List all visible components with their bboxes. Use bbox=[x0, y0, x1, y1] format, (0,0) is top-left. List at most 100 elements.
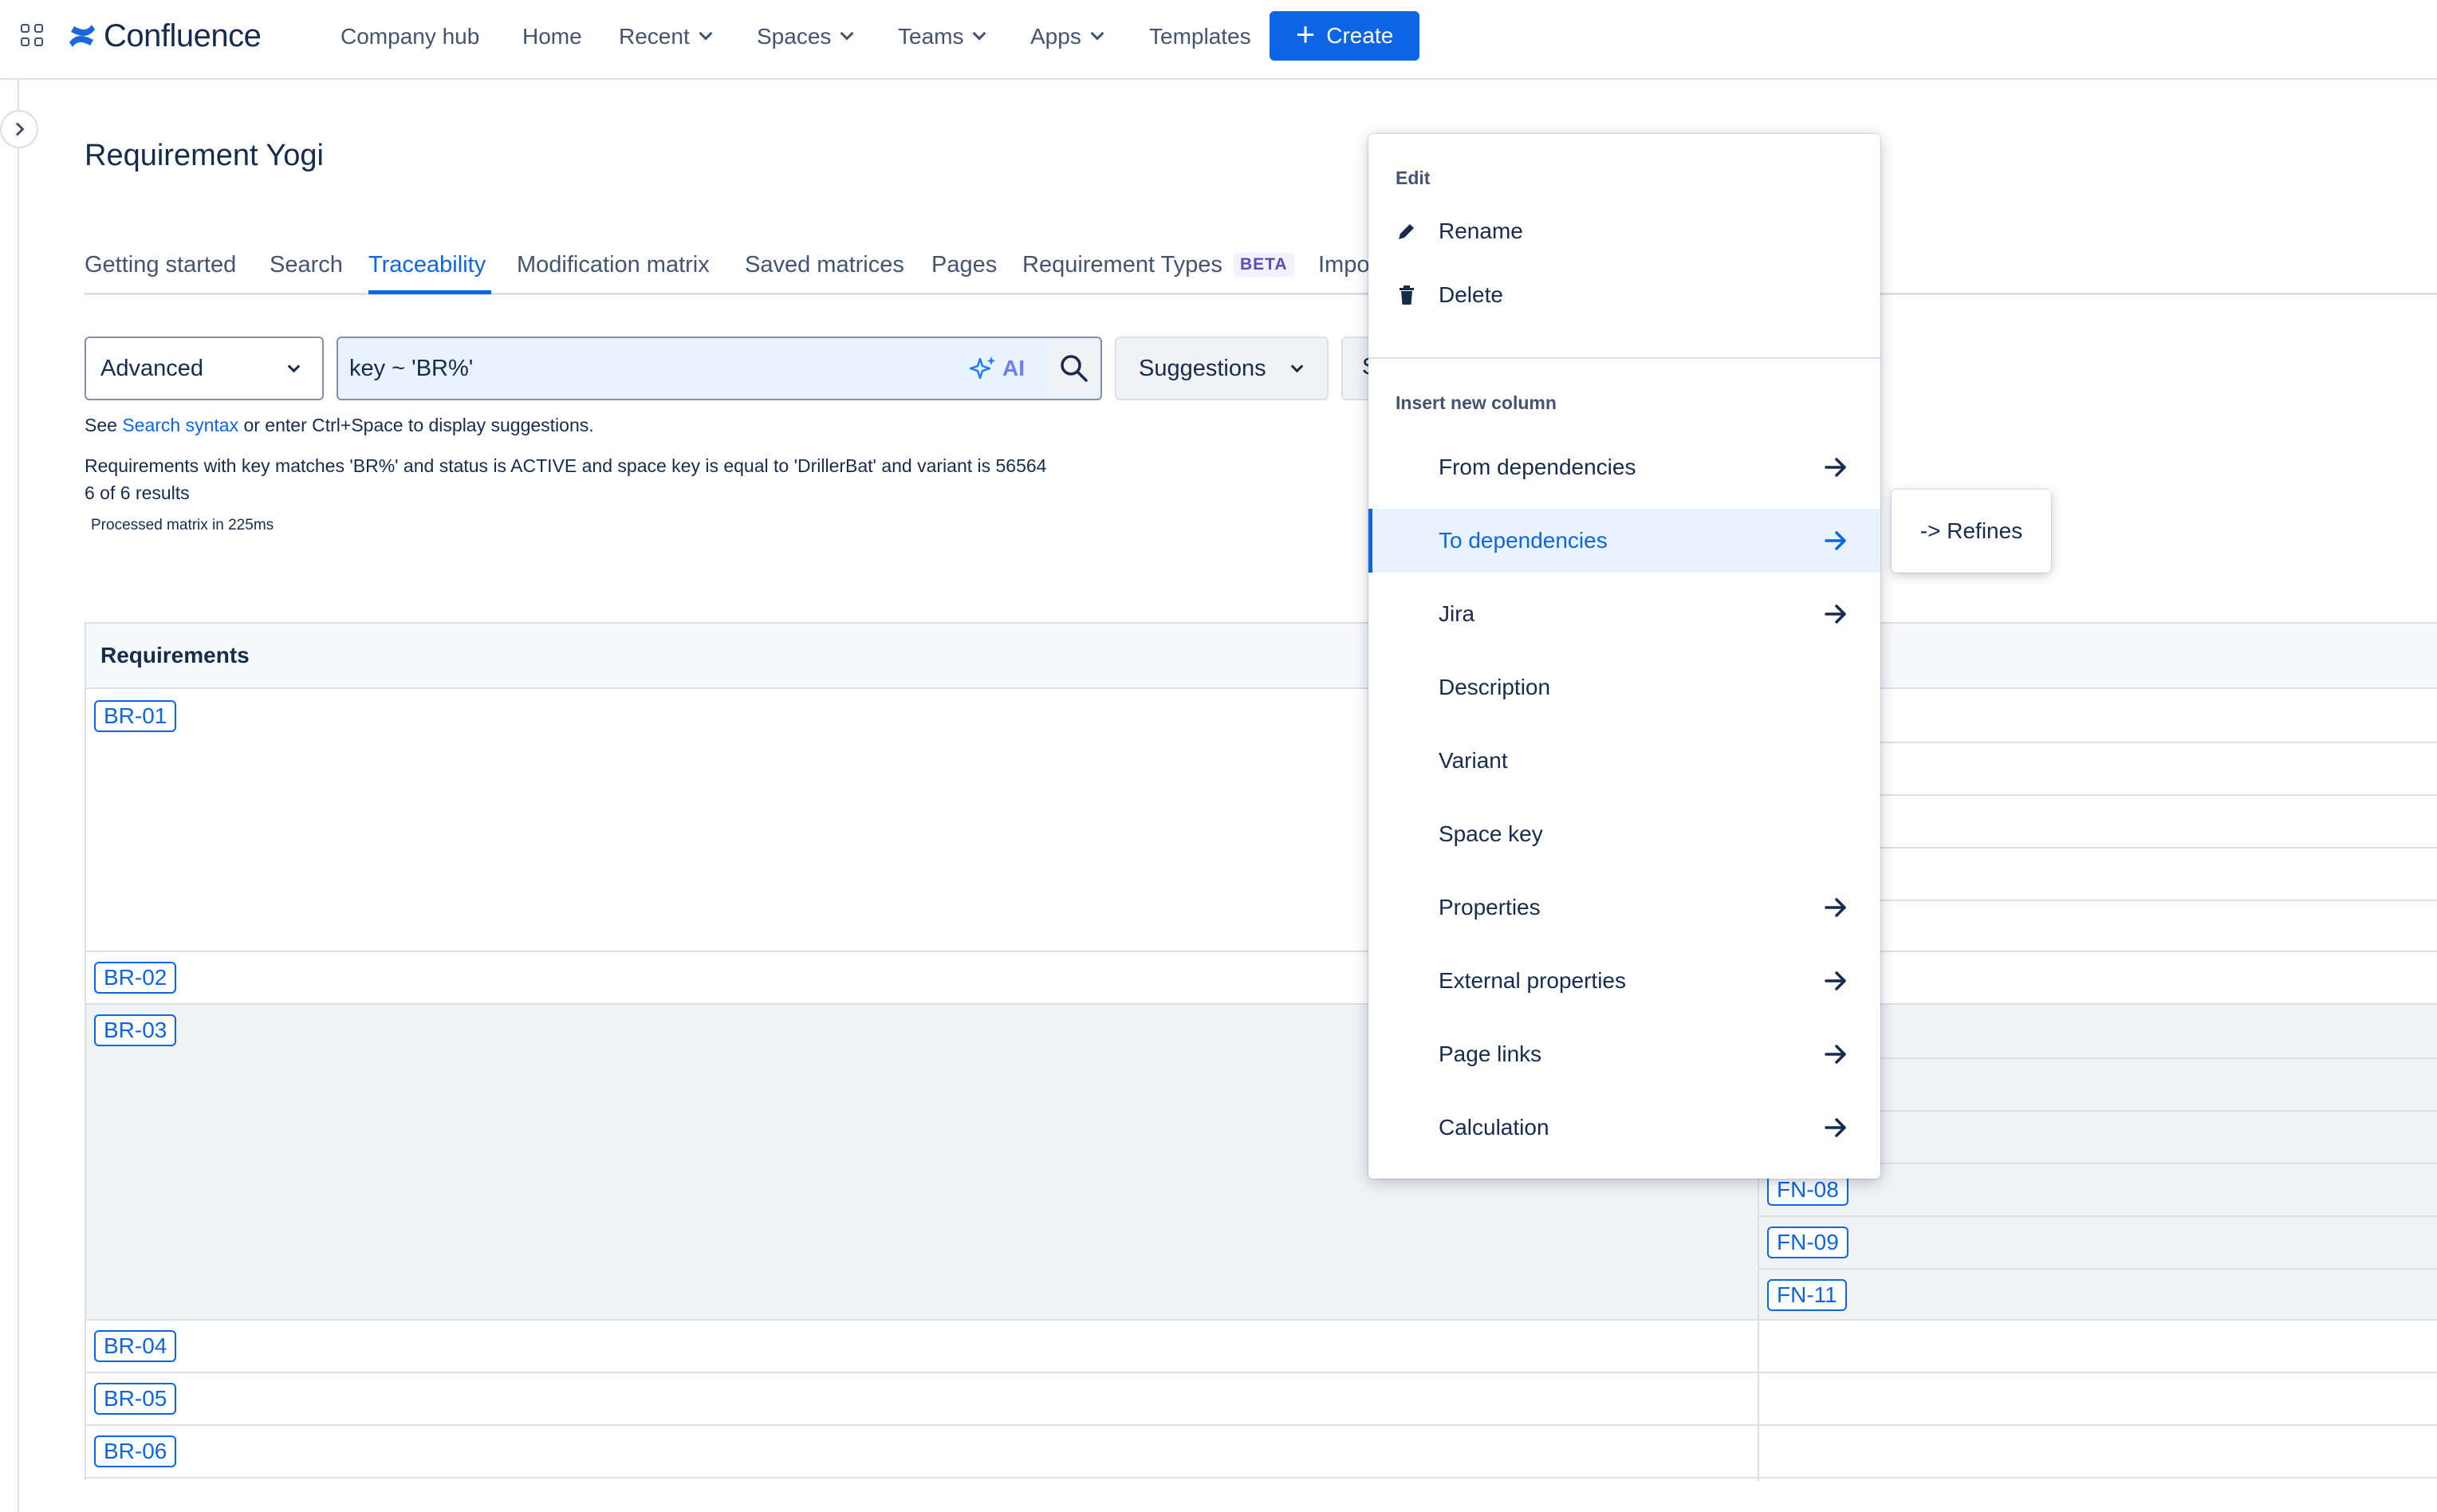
table-row: BR-01 bbox=[86, 691, 2437, 952]
nav-home[interactable]: Home bbox=[522, 21, 582, 53]
tab-search[interactable]: Search bbox=[270, 252, 343, 278]
menu-label: Rename bbox=[1439, 219, 1523, 243]
tab-modification-matrix[interactable]: Modification matrix bbox=[517, 252, 710, 278]
pencil-icon bbox=[1399, 224, 1414, 239]
requirement-chip[interactable]: BR-01 bbox=[94, 700, 177, 732]
result-count: 6 of 6 results bbox=[85, 482, 190, 503]
menu-label: Description bbox=[1439, 675, 1551, 699]
tab-import[interactable]: Impo bbox=[1318, 252, 1369, 278]
menu-item-jira[interactable]: Jira bbox=[1368, 582, 1880, 646]
chevron-down-icon bbox=[972, 26, 986, 41]
confluence-logo-icon bbox=[69, 25, 95, 47]
search-hint: See Search syntax or enter Ctrl+Space to… bbox=[85, 415, 594, 436]
arrow-right-icon bbox=[1825, 1118, 1846, 1137]
create-label: Create bbox=[1326, 23, 1394, 48]
left-sidebar-rail bbox=[0, 80, 19, 1512]
menu-item-space-key[interactable]: Space key bbox=[1368, 802, 1880, 866]
processing-time: Processed matrix in 225ms bbox=[91, 517, 274, 534]
nav-label: Spaces bbox=[757, 24, 832, 49]
requirement-chip[interactable]: BR-05 bbox=[94, 1383, 177, 1415]
menu-label: Space key bbox=[1439, 821, 1543, 846]
requirement-chip[interactable]: BR-04 bbox=[94, 1330, 177, 1362]
menu-divider bbox=[1368, 357, 1880, 359]
page-title: Requirement Yogi bbox=[85, 139, 324, 172]
arrow-right-icon bbox=[1825, 1045, 1846, 1064]
sparkle-icon bbox=[969, 356, 995, 380]
table-row: BR-04 bbox=[86, 1321, 2437, 1373]
search-icon bbox=[1061, 355, 1088, 382]
nav-templates[interactable]: Templates bbox=[1149, 21, 1251, 53]
menu-item-properties[interactable]: Properties bbox=[1368, 876, 1880, 939]
chevron-down-icon bbox=[287, 360, 301, 373]
requirement-chip[interactable]: BR-02 bbox=[94, 962, 177, 994]
menu-label: Variant bbox=[1439, 748, 1508, 773]
query-text: key ~ 'BR%' bbox=[349, 356, 474, 381]
tab-saved-matrices[interactable]: Saved matrices bbox=[745, 252, 904, 278]
nav-label: Company hub bbox=[341, 24, 480, 49]
suggestions-button[interactable]: Suggestions bbox=[1115, 337, 1329, 400]
menu-item-external-properties[interactable]: External properties bbox=[1368, 949, 1880, 1013]
menu-item-page-links[interactable]: Page links bbox=[1368, 1022, 1880, 1086]
menu-item-to-dependencies[interactable]: To dependencies bbox=[1368, 509, 1880, 573]
header-requirements[interactable]: Requirements bbox=[100, 643, 250, 668]
dependency-chip[interactable]: FN-09 bbox=[1767, 1227, 1848, 1258]
chevron-down-icon bbox=[699, 26, 713, 41]
logo-text: Confluence bbox=[104, 18, 262, 53]
cell-divider bbox=[1759, 1215, 2437, 1217]
menu-label: Delete bbox=[1439, 282, 1503, 307]
tab-getting-started[interactable]: Getting started bbox=[85, 252, 236, 278]
dependency-chip[interactable]: FN-11 bbox=[1767, 1279, 1847, 1311]
table-row: BR-05 bbox=[86, 1373, 2437, 1426]
tab-requirement-types[interactable]: Requirement Types BETA bbox=[1022, 252, 1294, 278]
chevron-right-icon bbox=[10, 122, 25, 136]
cell-divider bbox=[1759, 1268, 2437, 1270]
menu-item-from-dependencies[interactable]: From dependencies bbox=[1368, 435, 1880, 499]
traceability-matrix: Requirements s BR-01 BR-02 BR-03 BR-04 B… bbox=[85, 622, 2437, 1482]
menu-item-calculation[interactable]: Calculation bbox=[1368, 1096, 1880, 1160]
arrow-right-icon bbox=[1825, 971, 1846, 990]
arrow-right-icon bbox=[1825, 604, 1846, 624]
menu-label: External properties bbox=[1439, 968, 1627, 993]
column-options-menu: Edit Rename Delete Insert new column Fro… bbox=[1368, 134, 1880, 1179]
query-input[interactable]: key ~ 'BR%' AI bbox=[337, 337, 1102, 400]
create-button[interactable]: + Create bbox=[1270, 11, 1419, 61]
tab-traceability[interactable]: Traceability bbox=[368, 252, 486, 278]
dependency-chip[interactable]: FN-08 bbox=[1767, 1174, 1848, 1206]
menu-item-variant[interactable]: Variant bbox=[1368, 729, 1880, 793]
nav-label: Apps bbox=[1030, 24, 1081, 49]
menu-item-description[interactable]: Description bbox=[1368, 656, 1880, 719]
search-mode-value: Advanced bbox=[100, 355, 203, 381]
search-button[interactable] bbox=[1049, 341, 1099, 396]
app-switcher-icon[interactable] bbox=[21, 24, 45, 48]
chevron-down-icon bbox=[1290, 360, 1304, 373]
table-header: Requirements s bbox=[86, 624, 2437, 689]
search-syntax-link[interactable]: Search syntax bbox=[122, 415, 238, 435]
ai-button[interactable]: AI bbox=[954, 341, 1040, 396]
chevron-down-icon bbox=[1090, 26, 1104, 41]
menu-label: Jira bbox=[1439, 601, 1475, 626]
menu-item-rename[interactable]: Rename bbox=[1368, 199, 1880, 263]
hint-suffix: or enter Ctrl+Space to display suggestio… bbox=[238, 415, 594, 435]
suggestions-label: Suggestions bbox=[1139, 355, 1266, 381]
menu-item-delete[interactable]: Delete bbox=[1368, 263, 1880, 327]
nav-label: Templates bbox=[1149, 24, 1251, 49]
menu-label: Page links bbox=[1439, 1041, 1542, 1066]
requirement-chip[interactable]: BR-03 bbox=[94, 1014, 177, 1046]
hint-prefix: See bbox=[85, 415, 123, 435]
requirement-chip[interactable]: BR-06 bbox=[94, 1435, 177, 1467]
submenu-item-refines[interactable]: -> Refines bbox=[1892, 490, 2051, 573]
nav-apps[interactable]: Apps bbox=[1030, 21, 1104, 53]
confluence-logo[interactable]: Confluence bbox=[67, 18, 262, 54]
nav-spaces[interactable]: Spaces bbox=[757, 21, 854, 53]
nav-recent[interactable]: Recent bbox=[619, 21, 713, 53]
trash-icon bbox=[1400, 285, 1414, 305]
arrow-right-icon bbox=[1825, 458, 1846, 477]
tab-label: Requirement Types bbox=[1022, 252, 1222, 278]
chevron-down-icon bbox=[840, 26, 854, 41]
expand-sidebar-button[interactable] bbox=[0, 110, 38, 148]
nav-company-hub[interactable]: Company hub bbox=[341, 21, 479, 53]
nav-teams[interactable]: Teams bbox=[898, 21, 986, 53]
search-mode-select[interactable]: Advanced bbox=[85, 337, 324, 400]
tab-pages[interactable]: Pages bbox=[931, 252, 997, 278]
top-navigation: Confluence Company hub Home Recent Space… bbox=[0, 0, 2437, 80]
